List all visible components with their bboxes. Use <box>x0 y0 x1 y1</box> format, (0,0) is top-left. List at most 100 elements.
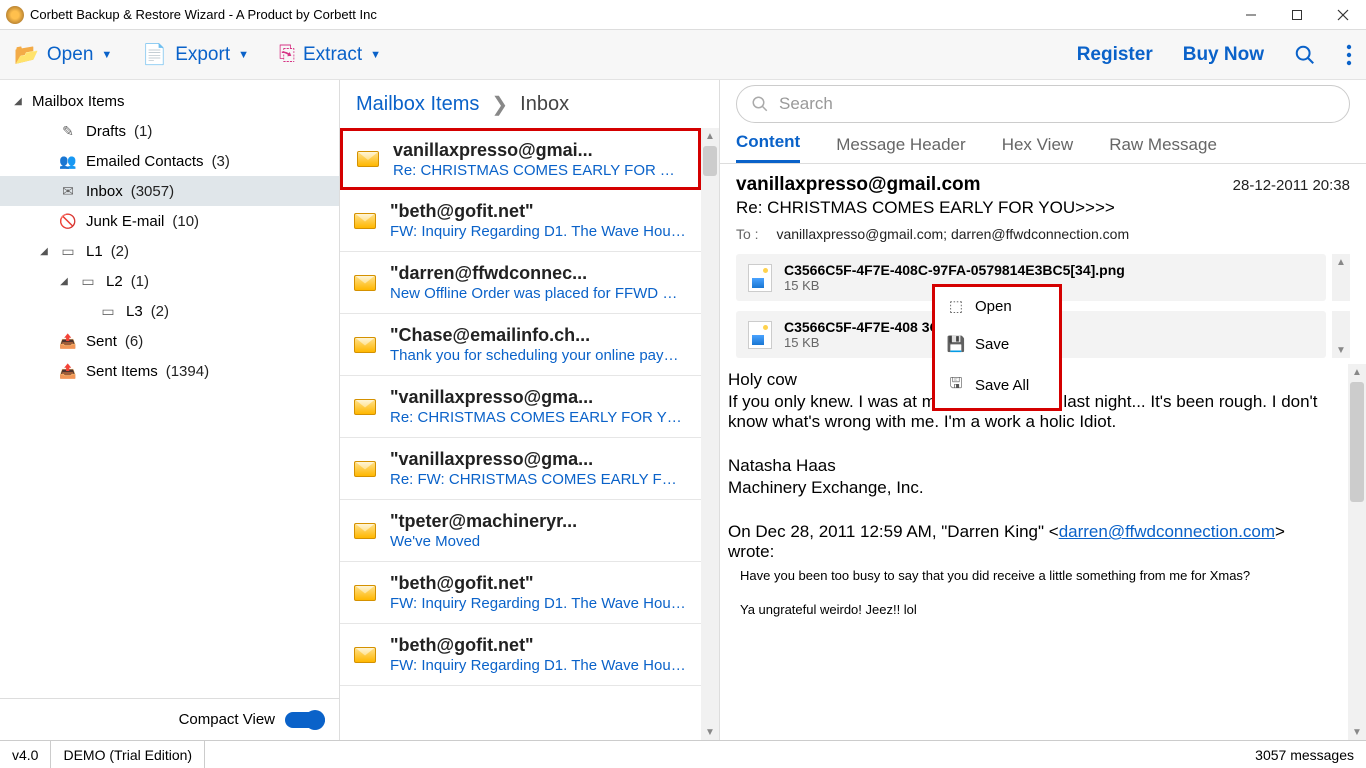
ctx-save-all[interactable]: 🖫 Save All <box>935 363 1059 408</box>
message-body[interactable]: Holy cow If you only knew. I was at my d… <box>720 364 1348 740</box>
tab-message-header[interactable]: Message Header <box>836 135 965 163</box>
version-label: v4.0 <box>0 741 51 768</box>
mail-icon <box>354 399 376 415</box>
tree-sent-items[interactable]: 📤 Sent Items (1394) <box>0 356 339 386</box>
open-button[interactable]: 📂 Open ▼ <box>14 42 112 67</box>
attachment-scrollbar[interactable]: ▲ <box>1332 254 1350 301</box>
message-item[interactable]: "darren@ffwdconnec...New Offline Order w… <box>340 252 701 314</box>
message-item[interactable]: "beth@gofit.net"FW: Inquiry Regarding D1… <box>340 624 701 686</box>
body-scrollbar[interactable]: ▲ ▼ <box>1348 364 1366 740</box>
chevron-right-icon: ❯ <box>491 92 508 117</box>
compact-view-label: Compact View <box>179 711 275 728</box>
scroll-up-icon[interactable]: ▲ <box>1352 364 1362 380</box>
attachments: C3566C5F-4F7E-408C-97FA-0579814E3BC5[34]… <box>720 248 1366 364</box>
statusbar: v4.0 DEMO (Trial Edition) 3057 messages <box>0 740 1366 768</box>
mail-icon <box>354 647 376 663</box>
breadcrumb-root[interactable]: Mailbox Items <box>356 93 479 116</box>
message-list-scrollbar[interactable]: ▲ ▼ <box>701 128 719 740</box>
export-button[interactable]: 📄 Export ▼ <box>142 42 249 67</box>
scroll-thumb[interactable] <box>1350 382 1364 502</box>
edition-label: DEMO (Trial Edition) <box>51 741 205 768</box>
breadcrumb-current: Inbox <box>520 93 569 116</box>
chevron-down-icon: ◢ <box>12 96 24 107</box>
scroll-up-icon[interactable]: ▲ <box>705 128 715 144</box>
preview-panel: Search Content Message Header Hex View R… <box>720 80 1366 740</box>
buy-now-link[interactable]: Buy Now <box>1183 44 1264 66</box>
contacts-icon: 👥 <box>58 153 78 170</box>
chevron-down-icon: ▼ <box>101 49 112 61</box>
message-header: vanillaxpresso@gmail.com 28-12-2011 20:3… <box>720 164 1366 248</box>
mail-icon <box>354 337 376 353</box>
chevron-down-icon: ◢ <box>58 276 70 287</box>
message-list[interactable]: vanillaxpresso@gmai...Re: CHRISTMAS COME… <box>340 128 701 740</box>
window-title: Corbett Backup & Restore Wizard - A Prod… <box>30 7 1228 22</box>
mail-icon <box>354 275 376 291</box>
message-item[interactable]: "vanillaxpresso@gma...Re: FW: CHRISTMAS … <box>340 438 701 500</box>
register-link[interactable]: Register <box>1077 44 1153 66</box>
close-button[interactable] <box>1320 0 1366 30</box>
sent-icon: 📤 <box>58 333 78 350</box>
tab-raw-message[interactable]: Raw Message <box>1109 135 1217 163</box>
export-label: Export <box>175 44 230 66</box>
minimize-button[interactable] <box>1228 0 1274 30</box>
tree-root[interactable]: ◢ Mailbox Items <box>0 86 339 116</box>
maximize-button[interactable] <box>1274 0 1320 30</box>
scroll-up-icon[interactable]: ▲ <box>1336 254 1346 270</box>
mail-icon <box>354 585 376 601</box>
scroll-down-icon[interactable]: ▼ <box>1336 342 1346 358</box>
junk-icon: 🚫 <box>58 213 78 230</box>
titlebar: Corbett Backup & Restore Wizard - A Prod… <box>0 0 1366 30</box>
message-list-panel: Mailbox Items ❯ Inbox vanillaxpresso@gma… <box>340 80 720 740</box>
message-item[interactable]: "tpeter@machineryr...We've Moved <box>340 500 701 562</box>
message-item[interactable]: "Chase@emailinfo.ch...Thank you for sche… <box>340 314 701 376</box>
message-item[interactable]: "beth@gofit.net"FW: Inquiry Regarding D1… <box>340 190 701 252</box>
folder-icon: ▭ <box>58 243 78 260</box>
tree-emailed-contacts[interactable]: 👥 Emailed Contacts (3) <box>0 146 339 176</box>
search-icon <box>751 95 769 113</box>
ctx-save[interactable]: 💾 Save <box>935 325 1059 363</box>
open-icon: ⬚ <box>947 297 965 315</box>
search-input[interactable]: Search <box>736 85 1350 123</box>
attachment-scrollbar[interactable]: ▼ <box>1332 311 1350 358</box>
compact-view-row: Compact View <box>0 698 339 740</box>
scroll-down-icon[interactable]: ▼ <box>1352 724 1362 740</box>
tab-hex-view[interactable]: Hex View <box>1002 135 1074 163</box>
tree-sent[interactable]: 📤 Sent (6) <box>0 326 339 356</box>
tree-junk[interactable]: 🚫 Junk E-mail (10) <box>0 206 339 236</box>
mail-icon <box>354 461 376 477</box>
search-icon[interactable] <box>1294 44 1316 66</box>
tree-inbox[interactable]: ✉ Inbox (3057) <box>0 176 339 206</box>
folder-icon: ▭ <box>78 273 98 290</box>
chevron-down-icon: ▼ <box>370 49 381 61</box>
chevron-down-icon: ◢ <box>38 246 50 257</box>
more-icon[interactable] <box>1346 44 1352 66</box>
tree-l2[interactable]: ◢ ▭ L2 (1) <box>0 266 339 296</box>
scroll-thumb[interactable] <box>703 146 717 176</box>
app-icon <box>6 6 24 24</box>
image-file-icon <box>748 321 772 349</box>
ctx-open[interactable]: ⬚ Open <box>935 287 1059 325</box>
save-icon: 💾 <box>947 335 965 353</box>
tree-l1[interactable]: ◢ ▭ L1 (2) <box>0 236 339 266</box>
save-all-icon: 🖫 <box>947 373 965 398</box>
compact-view-toggle[interactable] <box>285 712 325 728</box>
extract-label: Extract <box>303 44 362 66</box>
preview-tabs: Content Message Header Hex View Raw Mess… <box>720 128 1366 164</box>
message-count: 3057 messages <box>1243 747 1366 763</box>
extract-button[interactable]: ⎘ Extract ▼ <box>279 43 381 66</box>
message-date: 28-12-2011 20:38 <box>1233 177 1350 194</box>
toolbar: 📂 Open ▼ 📄 Export ▼ ⎘ Extract ▼ Register… <box>0 30 1366 80</box>
tree-drafts[interactable]: ✎ Drafts (1) <box>0 116 339 146</box>
message-item[interactable]: vanillaxpresso@gmai...Re: CHRISTMAS COME… <box>340 128 701 190</box>
to-label: To : <box>736 226 759 242</box>
sidebar: ◢ Mailbox Items ✎ Drafts (1) 👥 Emailed C… <box>0 80 340 740</box>
from-address: vanillaxpresso@gmail.com <box>736 174 981 196</box>
scroll-down-icon[interactable]: ▼ <box>705 724 715 740</box>
message-item[interactable]: "beth@gofit.net"FW: Inquiry Regarding D1… <box>340 562 701 624</box>
message-item[interactable]: "vanillaxpresso@gma...Re: CHRISTMAS COME… <box>340 376 701 438</box>
folder-icon: ▭ <box>98 303 118 320</box>
tree-l3[interactable]: ▭ L3 (2) <box>0 296 339 326</box>
quoted-email-link[interactable]: darren@ffwdconnection.com <box>1059 522 1275 541</box>
file-export-icon: 📄 <box>142 42 167 67</box>
tab-content[interactable]: Content <box>736 132 800 163</box>
